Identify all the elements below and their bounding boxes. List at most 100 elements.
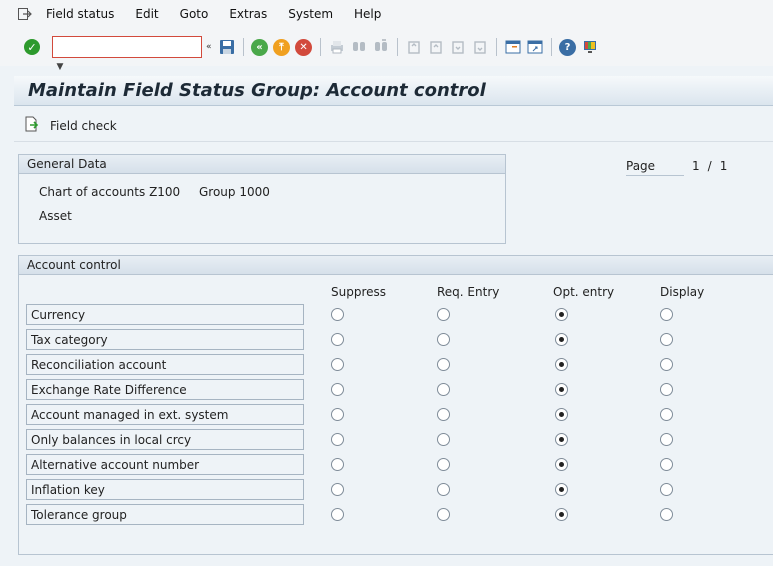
menu-field-status[interactable]: Field status [46,7,114,21]
chart-of-accounts-row: Chart of accounts Z100 [39,185,180,199]
menu-help[interactable]: Help [354,7,381,21]
radio-opt-entry[interactable] [555,458,568,471]
radio-suppress[interactable] [331,358,344,371]
application-toolbar: Field check [14,110,773,142]
radio-suppress[interactable] [331,483,344,496]
chart-of-accounts-value: Z100 [149,185,181,199]
radio-req-entry[interactable] [437,358,450,371]
radio-opt-entry[interactable] [555,358,568,371]
toolbar-separator [550,38,552,56]
radio-display[interactable] [660,508,673,521]
command-input[interactable] [53,37,185,57]
help-icon[interactable]: ? [559,38,577,56]
enter-check-icon[interactable]: ✓ [24,39,40,55]
page-label: Page [626,159,684,176]
chart-of-accounts-label: Chart of accounts [39,185,146,199]
toolbar-separator [319,38,321,56]
group-label: Group [199,185,236,199]
column-suppress: Suppress [331,285,387,299]
radio-opt-entry[interactable] [555,433,568,446]
exit-circle-icon[interactable]: ⤒ [273,38,291,56]
menu-bar: Field status Edit Goto Extras System Hel… [0,0,773,28]
column-display: Display [660,285,705,299]
cancel-icon[interactable]: ✕ [295,38,313,56]
command-dropdown-icon[interactable]: ▼ [53,57,67,77]
next-page-icon[interactable] [449,38,467,56]
title-bar: Maintain Field Status Group: Account con… [14,76,773,106]
radio-req-entry[interactable] [437,383,450,396]
group-description: Asset [39,209,72,223]
radio-display[interactable] [660,433,673,446]
radio-req-entry[interactable] [437,483,450,496]
radio-display[interactable] [660,308,673,321]
field-label: Only balances in local crcy [26,429,304,450]
page-title: Maintain Field Status Group: Account con… [28,80,486,101]
new-session-icon[interactable] [504,38,522,56]
radio-req-entry[interactable] [437,433,450,446]
exit-icon[interactable] [18,8,32,20]
radio-suppress[interactable] [331,508,344,521]
toolbar-separator [495,38,497,56]
system-toolbar: ✓ ▼ « « ⤒ ✕ ? [0,28,773,72]
column-opt-entry: Opt. entry [553,285,615,299]
radio-suppress[interactable] [331,458,344,471]
radio-display[interactable] [660,483,673,496]
previous-page-icon[interactable] [427,38,445,56]
radio-suppress[interactable] [331,308,344,321]
customize-layout-icon[interactable] [581,38,599,56]
toolbar-separator [242,38,244,56]
radio-suppress[interactable] [331,408,344,421]
page-separator: / [707,159,712,173]
radio-opt-entry[interactable] [555,333,568,346]
radio-opt-entry[interactable] [555,383,568,396]
menu-extras[interactable]: Extras [229,7,267,21]
radio-opt-entry[interactable] [555,408,568,421]
find-next-icon[interactable] [372,38,390,56]
find-icon[interactable] [350,38,368,56]
field-label: Account managed in ext. system [26,404,304,425]
radio-req-entry[interactable] [437,408,450,421]
menu-edit[interactable]: Edit [135,7,158,21]
print-icon[interactable] [328,38,346,56]
radio-opt-entry[interactable] [555,508,568,521]
field-label: Tax category [26,329,304,350]
field-check-button[interactable]: Field check [24,116,117,136]
radio-req-entry[interactable] [437,308,450,321]
radio-opt-entry[interactable] [555,483,568,496]
radio-suppress[interactable] [331,333,344,346]
page-current: 1 [692,159,700,173]
menu-system[interactable]: System [288,7,333,21]
general-data-group: General Data Chart of accounts Z100 Grou… [18,154,506,244]
radio-display[interactable] [660,358,673,371]
shortcut-icon[interactable] [526,38,544,56]
group-row: Group 1000 [199,185,270,199]
radio-req-entry[interactable] [437,333,450,346]
radio-display[interactable] [660,458,673,471]
field-label: Reconciliation account [26,354,304,375]
menu-goto[interactable]: Goto [180,7,209,21]
radio-display[interactable] [660,333,673,346]
account-control-group: Account control Suppress Req. Entry Opt.… [18,255,773,555]
radio-display[interactable] [660,383,673,396]
radio-req-entry[interactable] [437,458,450,471]
page-total: 1 [719,159,728,173]
collapse-command-icon[interactable]: « [206,42,212,52]
content-area: General Data Chart of accounts Z100 Grou… [14,142,773,566]
radio-display[interactable] [660,408,673,421]
back-icon[interactable]: « [251,38,269,56]
last-page-icon[interactable] [471,38,489,56]
document-arrow-icon [24,116,40,136]
radio-req-entry[interactable] [437,508,450,521]
field-check-label: Field check [50,118,117,133]
save-icon[interactable] [218,38,236,56]
command-field[interactable]: ▼ [52,36,202,72]
field-label: Inflation key [26,479,304,500]
radio-opt-entry[interactable] [555,308,568,321]
first-page-icon[interactable] [405,38,423,56]
radio-suppress[interactable] [331,433,344,446]
column-req-entry: Req. Entry [437,285,500,299]
toolbar-separator [396,38,398,56]
field-label: Alternative account number [26,454,304,475]
radio-suppress[interactable] [331,383,344,396]
group-value: 1000 [239,185,270,199]
